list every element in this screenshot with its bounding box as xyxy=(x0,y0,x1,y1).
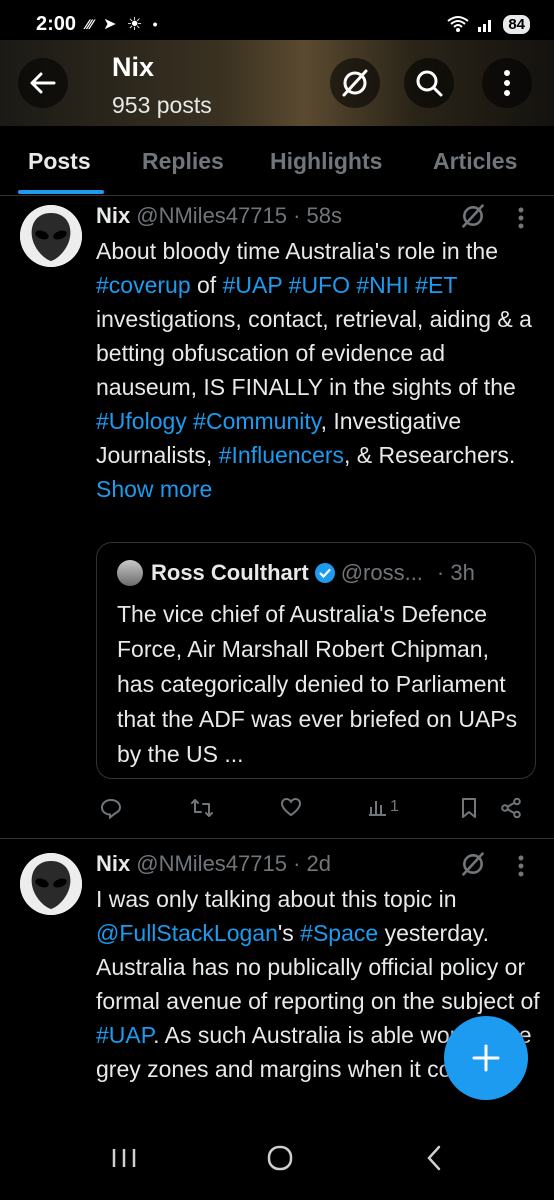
recent-apps-button[interactable] xyxy=(104,1138,144,1178)
quoted-post[interactable]: Ross Coulthart @ross... · 3h The vice ch… xyxy=(96,542,536,779)
plus-icon xyxy=(472,1044,500,1072)
quoted-author: Ross Coulthart xyxy=(151,560,309,585)
quoted-text: The vice chief of Australia's Defence Fo… xyxy=(117,601,518,767)
back-button[interactable] xyxy=(18,58,68,108)
post-text-segment: About bloody time Australia's role in th… xyxy=(96,238,499,264)
reply-button[interactable] xyxy=(100,797,122,819)
more-vertical-icon[interactable] xyxy=(518,207,524,229)
search-icon xyxy=(416,70,443,97)
post-divider xyxy=(0,838,554,839)
hashtag-link[interactable]: #ET xyxy=(415,272,457,298)
post-text-segment: I was only talking about this topic in xyxy=(96,886,457,912)
status-time: 2:00 xyxy=(36,12,77,35)
tab-replies[interactable]: Replies xyxy=(142,148,224,175)
hashtag-link[interactable]: #Influencers xyxy=(219,442,344,468)
wifi-icon xyxy=(447,16,469,32)
analytics-icon xyxy=(369,801,386,816)
post-text-segment: , & Researchers. xyxy=(344,442,516,468)
hashtag-link[interactable]: #UAP xyxy=(96,1022,153,1048)
alien-avatar-icon xyxy=(20,853,82,915)
verified-badge-icon xyxy=(314,563,335,583)
back-nav-button[interactable] xyxy=(414,1138,454,1178)
show-more-link[interactable]: Show more xyxy=(96,476,212,502)
system-navigation-bar xyxy=(0,1110,554,1200)
profile-tabs: Posts Replies Highlights Articles xyxy=(0,126,554,196)
more-options-button[interactable] xyxy=(482,58,532,108)
hashtag-link[interactable]: #NHI xyxy=(356,272,408,298)
more-vertical-icon xyxy=(504,70,510,96)
quoted-avatar xyxy=(117,560,143,586)
cell-signal-icon xyxy=(478,20,492,32)
post-text-segment: investigations, contact, retrieval, aidi… xyxy=(96,306,532,400)
share-icon xyxy=(501,797,521,819)
hashtag-link[interactable]: #coverup xyxy=(96,272,191,298)
post-text: About bloody time Australia's role in th… xyxy=(96,234,542,506)
avatar[interactable] xyxy=(20,205,82,267)
bookmark-icon xyxy=(462,798,476,818)
recent-apps-icon xyxy=(112,1149,136,1167)
grok-slash-icon[interactable] xyxy=(460,203,486,229)
tab-highlights[interactable]: Highlights xyxy=(270,148,382,175)
tab-articles[interactable]: Articles xyxy=(433,148,517,175)
more-vertical-icon[interactable] xyxy=(518,855,524,877)
share-button[interactable] xyxy=(500,797,522,819)
post-handle-time[interactable]: @NMiles47715 · 58s xyxy=(136,203,342,229)
grok-slash-icon xyxy=(342,69,368,97)
profile-name: Nix xyxy=(112,52,155,82)
post-header: Nix @NMiles47715 · 58s xyxy=(96,203,342,229)
notification-dot-icon: • xyxy=(152,16,158,32)
post-handle-time[interactable]: @NMiles47715 · 2d xyxy=(136,851,331,877)
battery-level: 84 xyxy=(503,14,530,34)
grok-slash-icon[interactable] xyxy=(460,851,486,877)
hashtag-link[interactable]: #Space xyxy=(300,920,378,946)
active-tab-indicator xyxy=(18,190,104,194)
location-icon: ➤ xyxy=(103,16,117,33)
hashtag-link[interactable]: #UFO xyxy=(289,272,350,298)
hashtag-link[interactable]: #Community xyxy=(193,408,320,434)
post-author[interactable]: Nix xyxy=(96,851,130,877)
like-button[interactable] xyxy=(280,797,302,817)
post-text-segment: 's xyxy=(277,920,301,946)
repost-button[interactable] xyxy=(190,797,214,819)
bookmark-button[interactable] xyxy=(460,797,478,819)
hashtag-link[interactable]: @FullStackLogan xyxy=(96,920,278,946)
arrow-left-icon xyxy=(30,72,56,94)
signal-bars-icon: ⁄⁄⁄ xyxy=(86,16,94,32)
alien-avatar-icon xyxy=(20,205,82,267)
heart-icon xyxy=(280,797,302,817)
hashtag-link[interactable]: #Ufology xyxy=(96,408,187,434)
quoted-handle: @ross... xyxy=(340,560,423,585)
chevron-left-icon xyxy=(427,1145,441,1171)
tab-posts[interactable]: Posts xyxy=(28,148,91,175)
quoted-time: · 3h xyxy=(436,560,475,585)
grok-button[interactable] xyxy=(330,58,380,108)
quoted-post-header: Ross Coulthart @ross... · 3h xyxy=(117,560,475,586)
views-count: 1 xyxy=(390,798,399,815)
compose-post-button[interactable] xyxy=(444,1016,528,1100)
post-header: Nix @NMiles47715 · 2d xyxy=(96,851,331,877)
post-author[interactable]: Nix xyxy=(96,203,130,229)
reply-icon xyxy=(100,798,122,819)
profile-header: Nix 953 posts xyxy=(0,40,554,126)
avatar[interactable] xyxy=(20,853,82,915)
home-button[interactable] xyxy=(260,1138,300,1178)
views-button[interactable]: 1 xyxy=(368,797,399,817)
post-count: 953 posts xyxy=(112,92,212,118)
home-circle-icon xyxy=(267,1145,293,1171)
search-button[interactable] xyxy=(404,58,454,108)
post-text-segment: of xyxy=(190,272,223,298)
post-item[interactable]: Nix @NMiles47715 · 58s About bloody time… xyxy=(0,197,554,839)
brightness-icon: ☀ xyxy=(126,13,143,34)
post-actions: 1 xyxy=(96,797,536,827)
repost-icon xyxy=(191,799,213,817)
hashtag-link[interactable]: #UAP xyxy=(223,272,283,298)
